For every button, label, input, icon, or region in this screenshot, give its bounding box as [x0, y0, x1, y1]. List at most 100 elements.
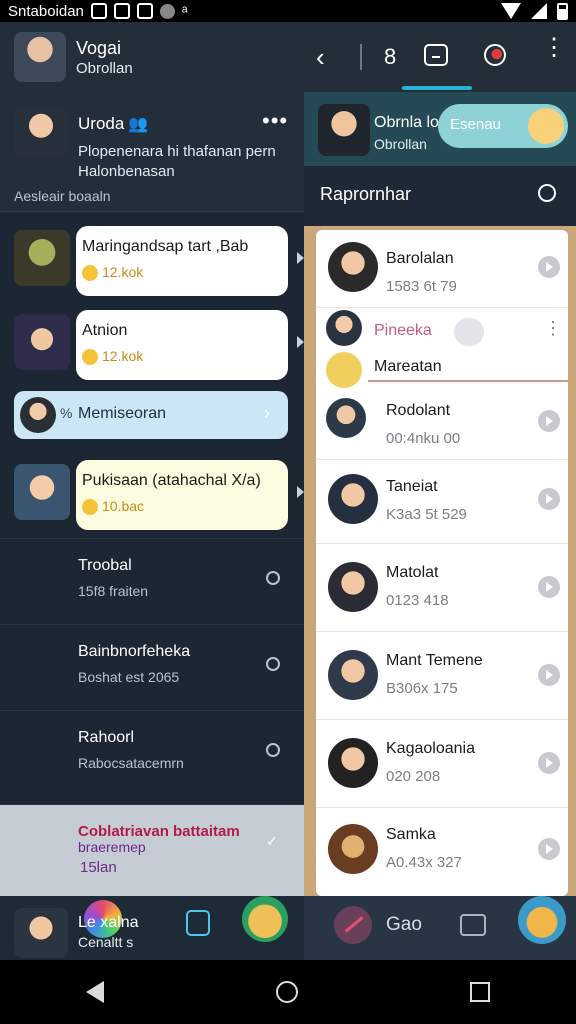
- status-bar: Sntaboidan ᵃ: [0, 0, 576, 22]
- chat-action-icon[interactable]: [538, 752, 560, 774]
- section-label: Aesleair boaaln: [14, 188, 111, 204]
- alert-icon[interactable]: [484, 44, 506, 66]
- bottom-subtitle: Cenaltt s: [78, 934, 134, 950]
- profile-description: Plopenenara hi thafanan pern Halonbenasa…: [78, 143, 276, 180]
- conversation-list: Uroda 👥 ••• Plopenenara hi thafanan pern…: [0, 92, 304, 896]
- list-item[interactable]: Barolalan 1583 6t 79: [316, 230, 568, 308]
- system-nav-bar: [0, 960, 576, 1024]
- dot-icon: [159, 3, 175, 19]
- chat-row[interactable]: Atnion 12.kok: [0, 308, 304, 382]
- chat-meta-text: 12.kok: [102, 264, 144, 280]
- bag-icon[interactable]: [460, 914, 486, 936]
- chat-meta-text: 10.bac: [102, 498, 145, 514]
- chat-action-icon[interactable]: [538, 256, 560, 278]
- nav-recents-icon[interactable]: [470, 982, 490, 1002]
- group-icon: 👥: [128, 116, 148, 133]
- count-label[interactable]: 8: [384, 44, 396, 70]
- bottom-name: Le xalna: [78, 914, 139, 931]
- nav-home-icon[interactable]: [276, 981, 298, 1003]
- gallery-icon: [113, 3, 130, 19]
- item-title: Samka: [386, 826, 436, 843]
- emoji-icon[interactable]: [518, 896, 566, 944]
- chat-subtitle: Boshat est 2065: [78, 669, 180, 685]
- chat-subtitle: Rabocsatacemrn: [78, 755, 184, 771]
- avatar: [14, 314, 70, 370]
- chat-bubble[interactable]: Atnion 12.kok: [76, 310, 288, 380]
- notification-icon: [90, 3, 107, 19]
- chat-title: Coblatriavan battaitam: [78, 823, 240, 840]
- app-header: Vogai Obrollan ‹ 8 ⋮: [0, 22, 576, 92]
- header-title: Vogai: [76, 38, 122, 58]
- item-title: Barolalan: [386, 250, 454, 267]
- avatar[interactable]: [14, 32, 66, 82]
- avatar[interactable]: [14, 106, 68, 158]
- message-icon[interactable]: [186, 910, 210, 936]
- contact-subtitle: Obrollan: [374, 136, 427, 152]
- more-horiz-icon[interactable]: •••: [262, 108, 288, 134]
- chat-row[interactable]: Pukisaan (atahachal X/a) 10.bac: [0, 458, 304, 532]
- nav-back-icon[interactable]: [86, 981, 104, 1003]
- check-icon: ✓: [266, 833, 278, 849]
- chat-action-icon[interactable]: [538, 488, 560, 510]
- chat-action-icon[interactable]: [538, 576, 560, 598]
- more-vert-icon[interactable]: ⋮: [542, 36, 566, 60]
- back-icon[interactable]: ‹: [316, 42, 325, 73]
- item-title: Pineeka: [374, 322, 432, 339]
- contact-name: Obrnla lo: [374, 114, 439, 131]
- pinned-chip[interactable]: % Memiseoran ›: [14, 391, 288, 439]
- chat-row[interactable]: Rahoorl Rabocsatacemrn: [0, 710, 304, 796]
- status-icon: [266, 571, 280, 585]
- chat-row[interactable]: Bainbnorfeheka Boshat est 2065: [0, 624, 304, 710]
- chat-bubble[interactable]: Maringandsap tart ,Bab 12.kok: [76, 226, 288, 296]
- item-subtitle: A0.43x 327: [386, 854, 462, 871]
- chat-subtitle: braeremep: [78, 839, 146, 855]
- list-item[interactable]: Matolat 0123 418: [316, 544, 568, 632]
- pencil-icon[interactable]: [334, 906, 372, 944]
- list-item[interactable]: Rodolant 00:4nku 00: [316, 390, 568, 460]
- status-icon: [266, 657, 280, 671]
- avatar: [328, 242, 378, 292]
- signal-icon: [531, 3, 547, 19]
- avatar: [14, 464, 70, 520]
- badge-label: Esenau: [450, 116, 501, 133]
- user-icon[interactable]: [538, 184, 556, 202]
- chat-title: Atnion: [82, 322, 128, 339]
- chat-action-icon[interactable]: [538, 410, 560, 432]
- chat-title: Maringandsap tart ,Bab: [82, 238, 249, 255]
- status-icon: [266, 743, 280, 757]
- emoji-face-icon: [528, 108, 564, 144]
- bottom-bar: Le xalna Cenaltt s Gao: [0, 896, 576, 960]
- chat-bubble[interactable]: Pukisaan (atahachal X/a) 10.bac: [76, 460, 288, 530]
- item-title: Matolat: [386, 564, 439, 581]
- smiley-icon[interactable]: [242, 896, 288, 942]
- wifi-icon: [501, 3, 521, 19]
- avatar: [328, 824, 378, 874]
- bottom-label[interactable]: Gao: [386, 914, 422, 936]
- list-item[interactable]: Kagaoloania 020 208: [316, 720, 568, 808]
- chat-meta: 10.bac: [82, 498, 145, 516]
- status-extra: ᵃ: [181, 2, 188, 20]
- emoji-face-icon: [326, 352, 362, 388]
- avatar: [328, 474, 378, 524]
- list-item[interactable]: Samka A0.43x 327: [316, 808, 568, 896]
- chat-title: Troobal: [78, 557, 132, 574]
- more-vert-icon[interactable]: ⋮: [544, 318, 562, 339]
- contact-header: Obrnla lo Obrollan Esenau: [304, 92, 576, 166]
- chat-action-icon[interactable]: [538, 664, 560, 686]
- chat-row-selected[interactable]: Coblatriavan battaitam braeremep 15lan ✓: [0, 804, 304, 896]
- list-item[interactable]: Taneiat K3a3 5t 529: [316, 460, 568, 544]
- profile-card[interactable]: Uroda 👥 ••• Plopenenara hi thafanan pern…: [0, 92, 304, 212]
- bubble-tail: [297, 252, 304, 264]
- chat-meta: 12.kok: [82, 264, 144, 282]
- chat-action-icon[interactable]: [538, 838, 560, 860]
- chevron-right-icon: ›: [264, 403, 270, 423]
- avatar[interactable]: [14, 908, 68, 958]
- chat-row[interactable]: Maringandsap tart ,Bab 12.kok: [0, 224, 304, 298]
- header-subtitle: Obrollan: [76, 60, 133, 77]
- avatar: [328, 562, 378, 612]
- chat-row[interactable]: Troobal 15f8 fraiten: [0, 538, 304, 624]
- list-item[interactable]: Mant Temene B306x 175: [316, 632, 568, 720]
- chat-icon[interactable]: [424, 44, 448, 66]
- avatar: [326, 398, 366, 438]
- avatar[interactable]: [318, 104, 370, 156]
